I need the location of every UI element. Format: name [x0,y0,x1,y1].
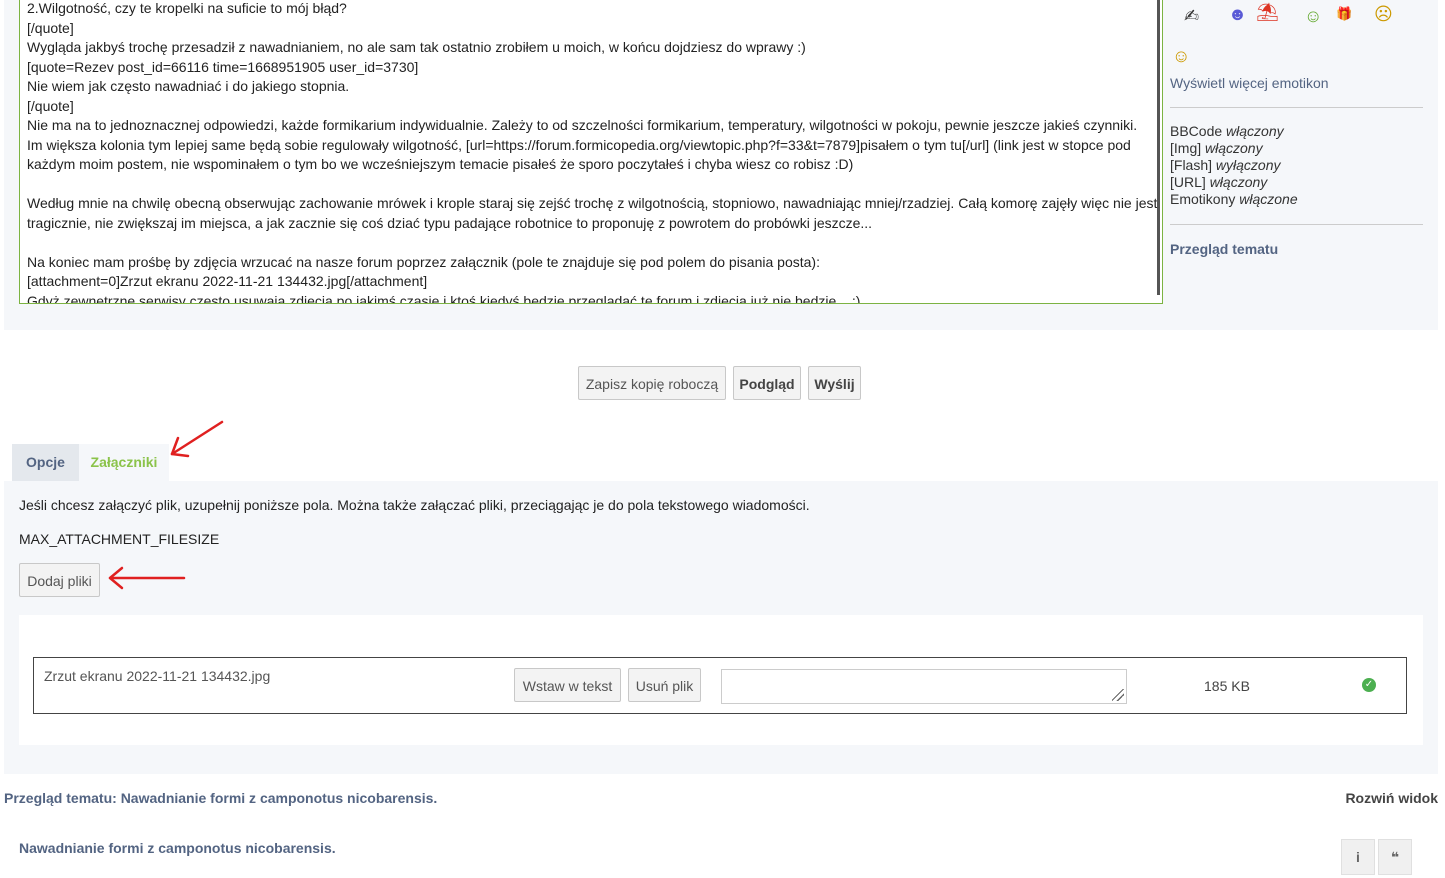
annotation-arrow-icon [108,566,186,590]
editor-line: Nie wiem jak często nawadniać i do jakie… [27,78,350,94]
emoticon-jail-icon[interactable]: ☹ [1374,4,1393,25]
topic-review-link[interactable]: Przegląd tematu [1170,241,1278,257]
editor-line: [quote=Rezev post_id=66116 time=16689519… [27,58,419,75]
tab-options[interactable]: Opcje [12,444,79,481]
emoticon-camera-icon[interactable]: ☺ [1172,46,1190,67]
editor-line: Według mnie na chwilę obecną obserwując … [27,195,1158,231]
flag-bbcode: BBCode włączony [1170,123,1284,139]
editor-line: Na koniec mam prośbę by zdjęcia wrzucać … [27,253,820,270]
remove-file-button[interactable]: Usuń plik [628,668,701,702]
editor-line: [/quote] [27,97,74,114]
upload-success-icon: ✓ [1362,678,1376,692]
review-post-title[interactable]: Nawadnianie formi z camponotus nicobaren… [19,840,336,856]
attachment-filename: Zrzut ekranu 2022-11-21 134432.jpg [44,668,271,684]
info-icon[interactable]: i [1341,839,1375,875]
more-emoticons-link[interactable]: Wyświetl więcej emotikon [1170,75,1329,91]
attachment-list: Zrzut ekranu 2022-11-21 134432.jpg Wstaw… [19,615,1423,745]
annotation-arrow-icon [170,420,224,458]
editor-line: 2.Wilgotność, czy te kropelki na suficie… [27,0,347,16]
attachment-row: Zrzut ekranu 2022-11-21 134432.jpg Wstaw… [33,657,1407,714]
emoticon-grid: ✍ ☻ ⛱ ☺ 🎁 ☹ ☺ Wyświetl więcej emotikon [1170,0,1423,100]
flag-emoticons: Emotikony włączone [1170,191,1298,207]
attachment-comment-input[interactable] [721,669,1127,704]
flag-img: [Img] włączony [1170,140,1263,156]
topic-review-title: Przegląd tematu: Nawadnianie formi z cam… [4,790,438,806]
emoticon-umbrella-icon[interactable]: ⛱ [1256,2,1279,23]
save-draft-button[interactable]: Zapisz kopię roboczą [578,366,726,400]
editor-line: Nie ma na to jednoznacznej odpowiedzi, k… [27,117,1138,133]
editor-blank-line [27,175,1158,195]
emoticon-blue-face-icon[interactable]: ☻ [1228,4,1247,25]
preview-button[interactable]: Podgląd [733,366,801,400]
emoticon-gift-icon[interactable]: 🎁 [1336,6,1352,22]
insert-inline-button[interactable]: Wstaw w tekst [514,668,621,702]
attachments-info: Jeśli chcesz załączyć plik, uzupełnij po… [19,497,810,513]
attachment-size: 185 KB [1204,678,1250,694]
quote-icon[interactable]: ❝ [1378,839,1412,875]
submit-button[interactable]: Wyślij [808,366,861,400]
emoticon-writing-icon[interactable]: ✍ [1184,6,1199,27]
editor-line: [attachment=0]Zrzut ekranu 2022-11-21 13… [27,273,428,289]
editor-line: [/quote] [27,19,74,36]
editor-line: Wygląda jakbyś trochę przesadził z nawad… [27,39,806,55]
expand-view-link[interactable]: Rozwiń widok [1345,790,1438,806]
attachments-panel: Jeśli chcesz załączyć plik, uzupełnij po… [4,481,1438,774]
editor-line: Im większa kolonia tym lepiej same będą … [27,136,1131,173]
editor-scrollbar[interactable] [1157,0,1160,295]
tab-attachments[interactable]: Załączniki [79,444,169,481]
emoticon-alien-icon[interactable]: ☺ [1304,6,1322,27]
posting-sidebar: ✍ ☻ ⛱ ☺ 🎁 ☹ ☺ Wyświetl więcej emotikon B… [1170,0,1423,257]
message-textarea[interactable]: 2.Wilgotność, czy te kropelki na suficie… [19,0,1163,304]
resize-handle-icon[interactable] [1112,689,1124,701]
flag-url: [URL] włączony [1170,174,1268,190]
add-files-button[interactable]: Dodaj pliki [19,563,100,597]
sidebar-divider [1170,224,1423,225]
bbcode-status-list: BBCode włączony [Img] włączony [Flash] w… [1170,123,1298,208]
sidebar-divider [1170,107,1423,108]
max-filesize-label: MAX_ATTACHMENT_FILESIZE [19,531,220,547]
editor-blank-line [27,233,1158,253]
editor-line: Gdyż zewnętrzne serwisy często usuwają z… [27,292,861,304]
flag-flash: [Flash] wyłączony [1170,157,1281,173]
